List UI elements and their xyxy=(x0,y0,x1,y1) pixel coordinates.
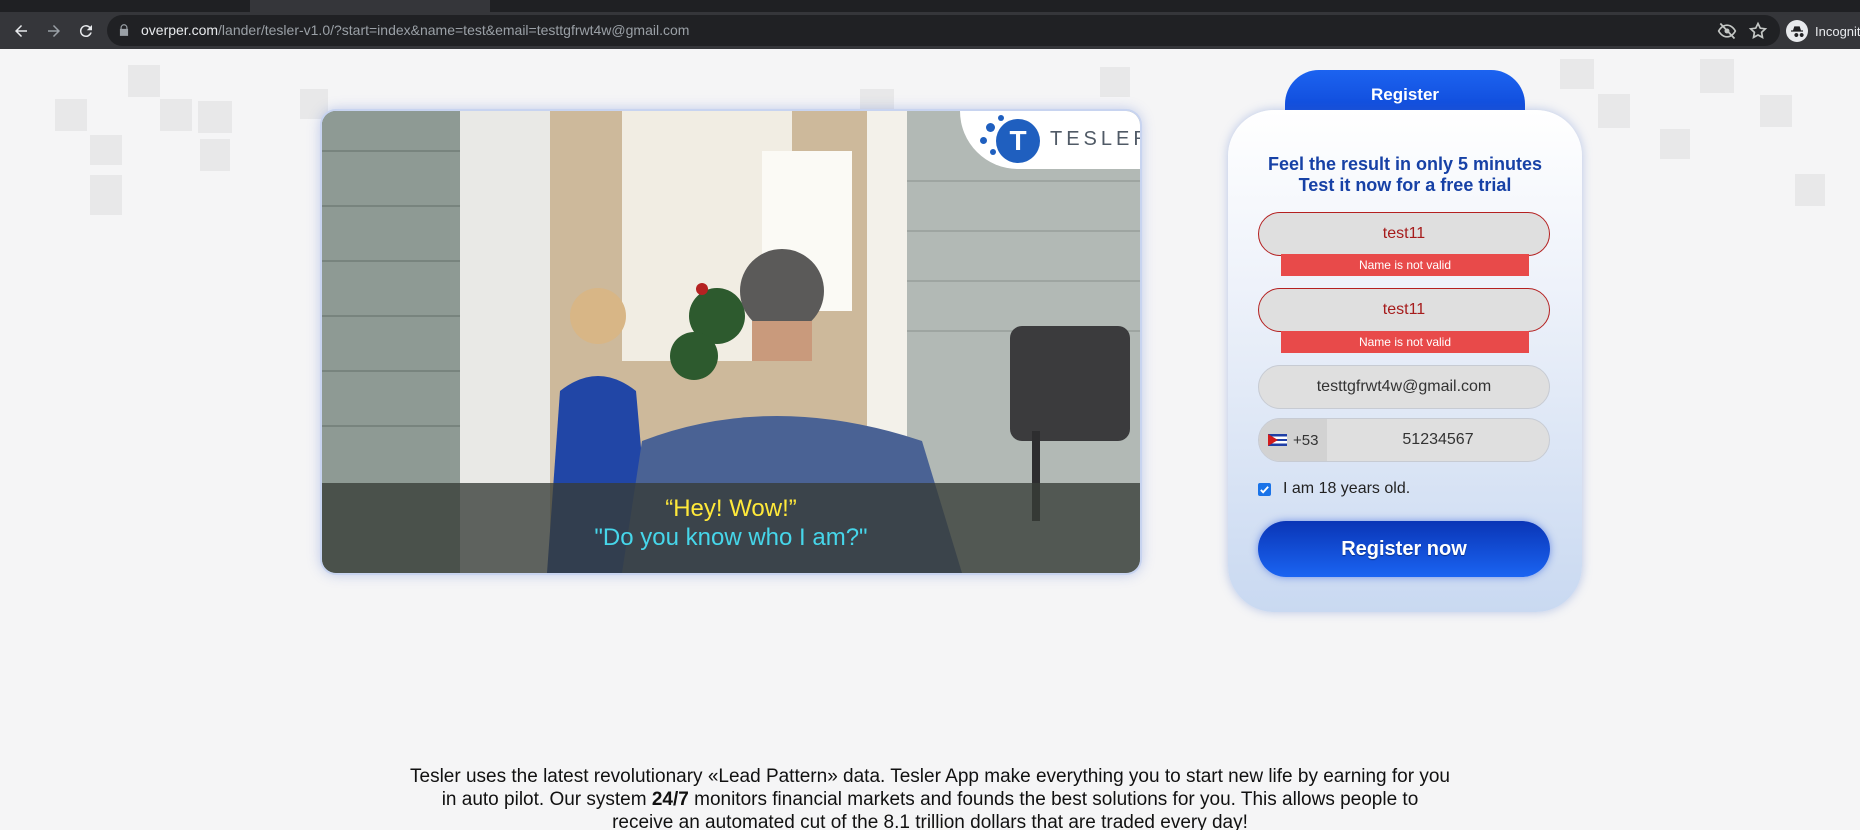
form-headline-line-1: Feel the result in only 5 minutes xyxy=(1267,154,1543,174)
decor-square xyxy=(860,89,894,109)
checkmark-icon xyxy=(1260,485,1269,494)
url-text[interactable]: overper.com/lander/tesler-v1.0/?start=in… xyxy=(141,22,689,38)
promo-video[interactable]: T TESLER “Hey! Wow!” "Do you know who I … xyxy=(322,111,1140,573)
incognito-indicator[interactable]: Incognito xyxy=(1786,17,1860,45)
logo-mark: T xyxy=(996,119,1040,163)
tesler-logo: T TESLER xyxy=(960,111,1140,169)
product-description: Tesler uses the latest revolutionary «Le… xyxy=(410,765,1450,830)
country-code-value: +53 xyxy=(1293,431,1319,449)
decor-square xyxy=(1795,174,1825,206)
last-name-field[interactable]: test11 xyxy=(1258,288,1550,332)
last-name-error: Name is not valid xyxy=(1281,331,1529,353)
reload-button[interactable] xyxy=(72,17,100,45)
register-now-button[interactable]: Register now xyxy=(1258,521,1550,577)
registration-form: Feel the result in only 5 minutes Test i… xyxy=(1228,110,1582,612)
incognito-label: Incognito xyxy=(1815,23,1860,39)
star-bookmark-icon[interactable] xyxy=(1748,21,1768,41)
logo-dot xyxy=(990,149,996,155)
decor-square xyxy=(1700,59,1734,93)
decor-square xyxy=(55,99,87,131)
first-name-error: Name is not valid xyxy=(1281,254,1529,276)
subtitle-line-1: “Hey! Wow!” xyxy=(665,495,797,522)
decor-square xyxy=(1100,67,1130,97)
decor-square xyxy=(90,135,122,165)
url-host: overper.com xyxy=(141,22,219,38)
url-path: /lander/tesler-v1.0/?start=index&name=te… xyxy=(218,22,690,38)
decor-square xyxy=(1760,95,1792,127)
subtitle-line-2: "Do you know who I am?" xyxy=(594,524,868,551)
age-checkbox[interactable] xyxy=(1258,482,1271,496)
age-label: I am 18 years old. xyxy=(1283,480,1411,497)
decor-square xyxy=(200,139,230,171)
email-field[interactable]: testtgfrwt4w@gmail.com xyxy=(1258,365,1550,409)
decor-square xyxy=(1598,94,1630,128)
forward-button[interactable] xyxy=(40,17,68,45)
description-text-2: monitors financial markets and founds th… xyxy=(612,789,1419,830)
decor-square xyxy=(1660,129,1690,159)
logo-dot xyxy=(986,123,995,132)
logo-dot xyxy=(998,115,1004,121)
decor-square xyxy=(128,65,160,97)
description-bold: 24/7 xyxy=(651,789,689,810)
first-name-field[interactable]: test11 xyxy=(1258,212,1550,256)
phone-number-input[interactable]: 51234567 xyxy=(1327,419,1549,461)
reload-icon xyxy=(79,25,92,38)
forward-arrow-icon xyxy=(48,25,60,37)
decor-square xyxy=(160,99,192,131)
cuba-flag-icon xyxy=(1268,434,1287,446)
browser-tabstrip xyxy=(0,0,1860,12)
phone-field: +53 51234567 xyxy=(1258,418,1550,462)
eye-slash-icon[interactable] xyxy=(1717,21,1737,41)
form-headline: Feel the result in only 5 minutes Test i… xyxy=(1228,154,1582,196)
browser-toolbar: overper.com/lander/tesler-v1.0/?start=in… xyxy=(0,12,1860,49)
form-headline-line-2: Test it now for a free trial xyxy=(1298,175,1512,195)
logo-wordmark: TESLER xyxy=(1050,128,1140,150)
incognito-icon xyxy=(1786,20,1808,42)
address-bar[interactable]: overper.com/lander/tesler-v1.0/?start=in… xyxy=(107,15,1780,46)
back-button[interactable] xyxy=(7,17,35,45)
logo-dot xyxy=(980,137,987,144)
decor-square xyxy=(90,175,122,215)
decor-square xyxy=(198,101,232,133)
landing-page: T TESLER “Hey! Wow!” "Do you know who I … xyxy=(0,49,1860,830)
country-code-select[interactable]: +53 xyxy=(1259,419,1327,461)
browser-tab-active[interactable] xyxy=(250,0,490,12)
lock-icon xyxy=(119,24,129,36)
age-confirmation: I am 18 years old. xyxy=(1258,480,1410,498)
decor-square xyxy=(1560,59,1594,89)
back-arrow-icon xyxy=(15,25,27,37)
